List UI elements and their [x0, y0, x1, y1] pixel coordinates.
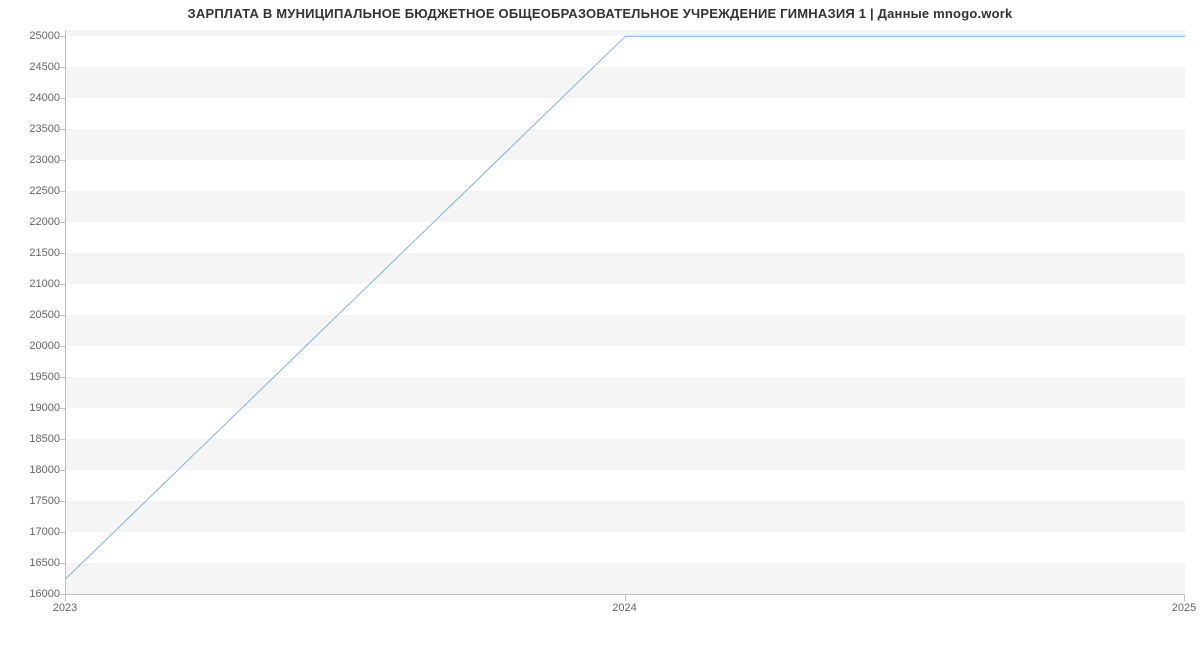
y-tick-label: 17000	[5, 526, 60, 538]
y-tick-label: 22500	[5, 185, 60, 197]
y-tick-label: 23000	[5, 154, 60, 166]
y-tick-label: 21000	[5, 278, 60, 290]
y-tick-mark	[59, 284, 65, 285]
line-series-svg	[66, 30, 1185, 594]
y-tick-mark	[59, 501, 65, 502]
y-tick-mark	[59, 346, 65, 347]
y-tick-label: 21500	[5, 247, 60, 259]
x-tick-mark	[625, 595, 626, 601]
y-tick-label: 18000	[5, 464, 60, 476]
y-tick-label: 22000	[5, 216, 60, 228]
series-line	[66, 36, 1185, 578]
y-tick-label: 16000	[5, 588, 60, 600]
y-tick-label: 24000	[5, 92, 60, 104]
y-tick-mark	[59, 36, 65, 37]
y-tick-mark	[59, 563, 65, 564]
y-tick-label: 19500	[5, 371, 60, 383]
y-tick-label: 20500	[5, 309, 60, 321]
y-tick-mark	[59, 129, 65, 130]
x-tick-mark	[65, 595, 66, 601]
y-tick-mark	[59, 408, 65, 409]
y-tick-label: 18500	[5, 433, 60, 445]
y-tick-mark	[59, 67, 65, 68]
y-tick-mark	[59, 160, 65, 161]
y-tick-mark	[59, 191, 65, 192]
y-tick-mark	[59, 470, 65, 471]
y-tick-mark	[59, 315, 65, 316]
y-tick-mark	[59, 377, 65, 378]
plot-area	[65, 30, 1185, 595]
y-tick-mark	[59, 439, 65, 440]
y-tick-label: 16500	[5, 557, 60, 569]
x-tick-label: 2024	[612, 602, 636, 614]
y-tick-mark	[59, 222, 65, 223]
y-tick-label: 23500	[5, 123, 60, 135]
y-tick-label: 19000	[5, 402, 60, 414]
chart-title: ЗАРПЛАТА В МУНИЦИПАЛЬНОЕ БЮДЖЕТНОЕ ОБЩЕО…	[0, 6, 1200, 21]
y-tick-label: 25000	[5, 30, 60, 42]
x-tick-label: 2023	[53, 602, 77, 614]
x-tick-mark	[1184, 595, 1185, 601]
y-tick-label: 24500	[5, 61, 60, 73]
y-tick-label: 17500	[5, 495, 60, 507]
salary-chart: ЗАРПЛАТА В МУНИЦИПАЛЬНОЕ БЮДЖЕТНОЕ ОБЩЕО…	[0, 0, 1200, 650]
y-tick-mark	[59, 532, 65, 533]
y-tick-mark	[59, 253, 65, 254]
y-tick-label: 20000	[5, 340, 60, 352]
x-tick-label: 2025	[1172, 602, 1196, 614]
y-tick-mark	[59, 98, 65, 99]
